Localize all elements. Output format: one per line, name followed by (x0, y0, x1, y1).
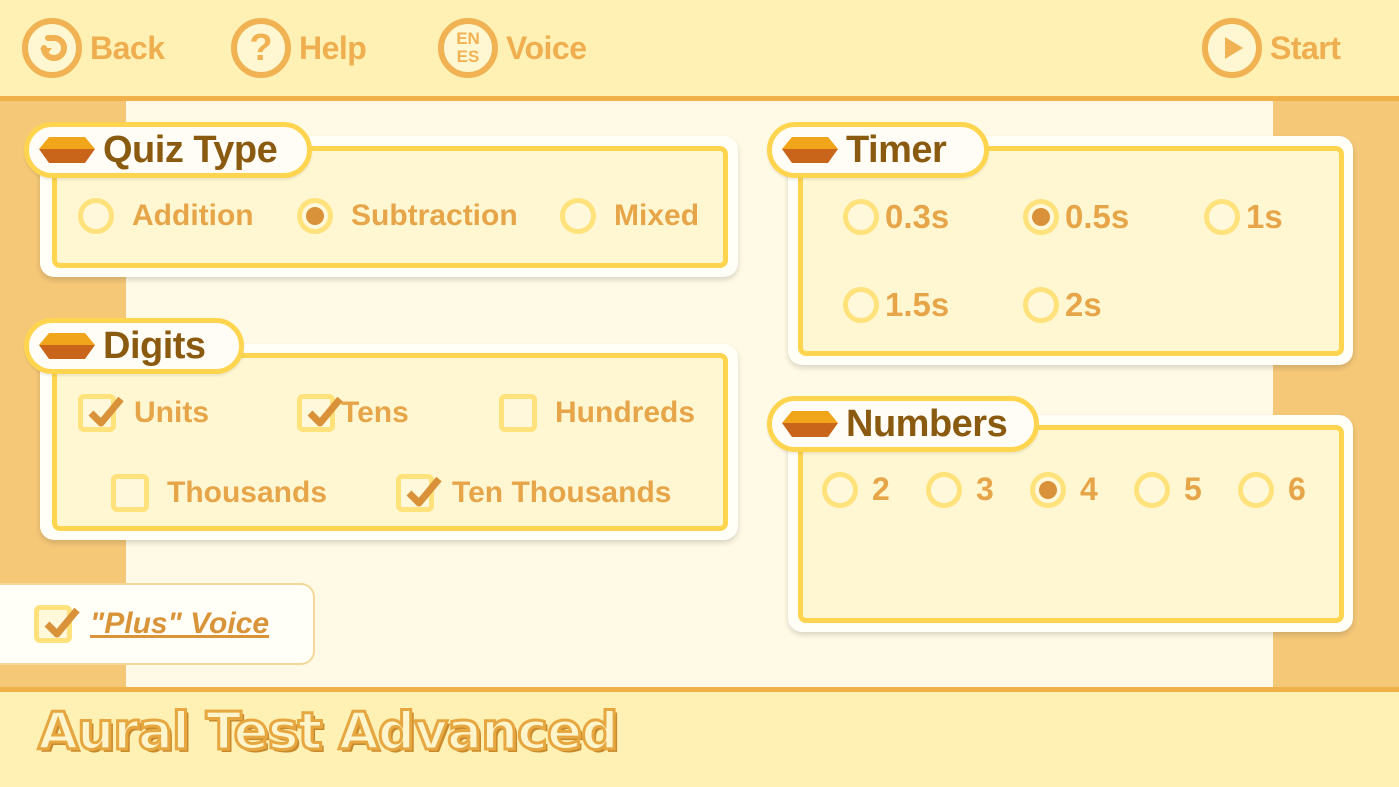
app-title: Aural Test Advanced (36, 701, 619, 764)
timer-title: Timer (846, 128, 947, 171)
radio-addition[interactable]: Addition (78, 198, 254, 234)
radio-timer-2s-circle (1023, 287, 1059, 323)
voice-label: Voice (506, 29, 587, 66)
radio-numbers-3[interactable]: 3 (926, 471, 994, 508)
radio-numbers-6-circle (1238, 471, 1274, 508)
play-icon (1202, 18, 1262, 78)
digits-title: Digits (103, 324, 206, 367)
radio-timer-0-3s[interactable]: 0.3s (843, 198, 949, 236)
radio-numbers-6[interactable]: 6 (1238, 471, 1306, 508)
voice-icon-es: ES (456, 47, 480, 66)
language-en-es-icon: EN ES (438, 18, 498, 78)
help-button[interactable]: ? Help (231, 12, 367, 84)
checkbox-thousands-box (111, 474, 149, 512)
checkbox-units-box (78, 394, 124, 432)
radio-mixed-label: Mixed (614, 199, 700, 232)
radio-numbers-3-label: 3 (976, 471, 994, 507)
radio-timer-2s[interactable]: 2s (1023, 286, 1102, 324)
checkbox-tens[interactable]: Tens (297, 394, 409, 432)
checkbox-thousands-label: Thousands (167, 476, 328, 509)
radio-timer-1s-label: 1s (1246, 198, 1283, 235)
radio-numbers-4[interactable]: 4 (1030, 471, 1098, 508)
radio-subtraction-label: Subtraction (351, 199, 518, 232)
numbers-title: Numbers (846, 402, 1008, 445)
voice-button[interactable]: EN ES Voice (438, 12, 587, 84)
radio-numbers-5-label: 5 (1184, 471, 1202, 507)
radio-timer-1s[interactable]: 1s (1204, 198, 1283, 236)
start-button[interactable]: Start (1202, 12, 1341, 84)
radio-timer-0-5s-circle (1023, 199, 1059, 235)
checkbox-ten-thousands-label: Ten Thousands (452, 476, 672, 509)
radio-numbers-3-circle (926, 471, 962, 508)
plus-voice-link[interactable]: "Plus" Voice (90, 607, 269, 641)
top-toolbar: Back ? Help EN ES Voice Start (0, 0, 1399, 101)
plus-voice-checkbox[interactable] (34, 605, 80, 643)
quiz-type-title: Quiz Type (103, 128, 278, 171)
back-arrow-icon (22, 18, 82, 78)
radio-numbers-5[interactable]: 5 (1134, 471, 1202, 508)
back-button[interactable]: Back (22, 12, 165, 84)
checkmark-icon (88, 396, 124, 427)
radio-numbers-4-label: 4 (1080, 471, 1098, 507)
radio-numbers-2-label: 2 (872, 471, 890, 507)
checkbox-ten-thousands[interactable]: Ten Thousands (396, 474, 671, 512)
voice-icon-en: EN (456, 29, 480, 48)
checkmark-icon (44, 607, 80, 638)
radio-timer-1-5s-label: 1.5s (885, 286, 950, 323)
checkbox-ten-thousands-box (396, 474, 442, 512)
timer-header: Timer (767, 122, 989, 178)
radio-mixed-circle (560, 198, 596, 234)
radio-timer-1-5s-circle (843, 287, 879, 323)
help-label: Help (299, 29, 367, 66)
gem-icon (39, 137, 95, 163)
quiz-type-header: Quiz Type (24, 122, 312, 178)
checkbox-hundreds-label: Hundreds (555, 396, 696, 429)
radio-numbers-2[interactable]: 2 (822, 471, 890, 508)
checkbox-tens-label: Tens (341, 396, 409, 429)
radio-timer-1-5s[interactable]: 1.5s (843, 286, 949, 324)
bottom-bar: Aural Test Advanced (0, 687, 1399, 787)
radio-mixed[interactable]: Mixed (560, 198, 699, 234)
radio-timer-0-5s[interactable]: 0.5s (1023, 198, 1129, 236)
numbers-header: Numbers (767, 396, 1039, 452)
numbers-inner (798, 425, 1344, 623)
checkbox-units-label: Units (134, 396, 209, 429)
radio-timer-2s-label: 2s (1065, 286, 1102, 323)
back-label: Back (90, 29, 165, 66)
radio-timer-0-5s-label: 0.5s (1065, 198, 1130, 235)
radio-timer-1s-circle (1204, 199, 1240, 235)
checkbox-thousands[interactable]: Thousands (111, 474, 327, 512)
radio-timer-0-3s-circle (843, 199, 879, 235)
radio-addition-circle (78, 198, 114, 234)
radio-numbers-5-circle (1134, 471, 1170, 508)
radio-numbers-4-circle (1030, 471, 1066, 508)
radio-numbers-6-label: 6 (1288, 471, 1306, 507)
checkbox-tens-box (297, 394, 343, 432)
radio-numbers-2-circle (822, 471, 858, 508)
gem-icon (782, 137, 838, 163)
digits-header: Digits (24, 318, 244, 374)
question-mark-icon: ? (231, 18, 291, 78)
plus-voice-toggle[interactable]: "Plus" Voice (0, 583, 315, 665)
gem-icon (39, 333, 95, 359)
checkbox-hundreds[interactable]: Hundreds (499, 394, 695, 432)
radio-timer-0-3s-label: 0.3s (885, 198, 950, 235)
checkbox-units[interactable]: Units (78, 394, 209, 432)
checkmark-icon (307, 396, 343, 427)
checkmark-icon (406, 476, 442, 507)
radio-subtraction[interactable]: Subtraction (297, 198, 518, 234)
checkbox-hundreds-box (499, 394, 537, 432)
start-label: Start (1270, 29, 1341, 66)
radio-subtraction-circle (297, 198, 333, 234)
radio-addition-label: Addition (132, 199, 254, 232)
gem-icon (782, 411, 838, 437)
